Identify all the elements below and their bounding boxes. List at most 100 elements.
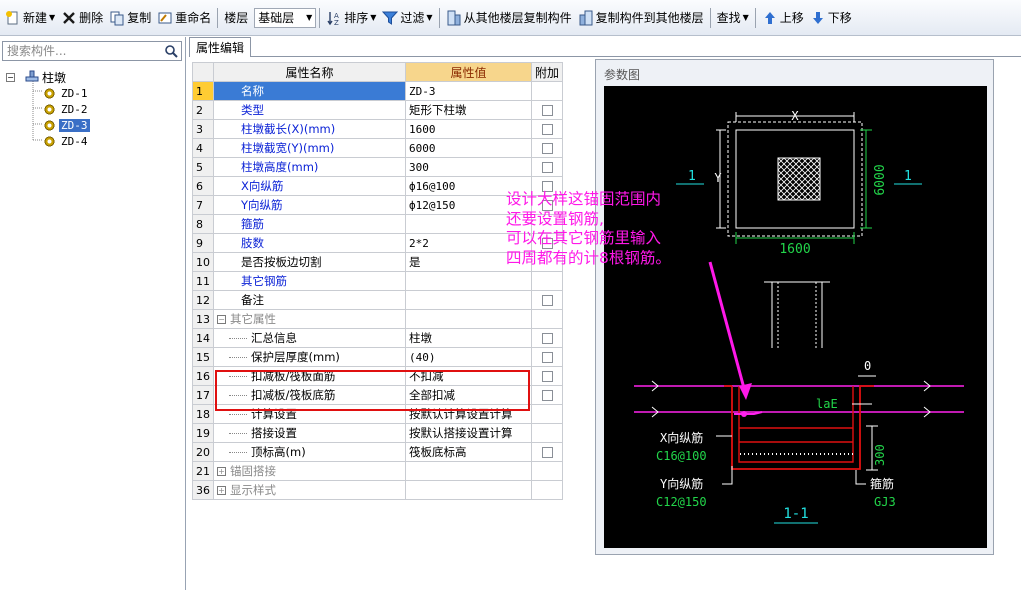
extra-checkbox[interactable] xyxy=(530,138,564,158)
property-value xyxy=(405,480,532,500)
search-icon[interactable] xyxy=(161,42,181,60)
search-box xyxy=(2,41,182,61)
filter-button-label: 过滤 xyxy=(400,11,425,25)
property-name: 搭接设置 xyxy=(213,423,406,443)
section-mark-left: 1 xyxy=(688,169,696,184)
move-down-label: 下移 xyxy=(827,11,852,25)
table-row[interactable]: 19 搭接设置 按默认搭接设置计算 xyxy=(192,423,564,443)
table-row[interactable]: 5 柱墩高度(mm) 300 xyxy=(192,157,564,177)
copy-from-floor-button[interactable]: 从其他楼层复制构件 xyxy=(443,6,575,30)
delete-icon xyxy=(61,10,77,26)
tree-item-zd-3[interactable]: ZD-3 xyxy=(44,117,90,133)
extra-checkbox[interactable] xyxy=(530,100,564,120)
y-bar-value: C12@150 xyxy=(656,495,707,509)
table-row[interactable]: 14 汇总信息 柱墩 xyxy=(192,328,564,348)
table-row[interactable]: 4 柱墩截宽(Y)(mm) 6000 xyxy=(192,138,564,158)
extra-checkbox[interactable] xyxy=(530,442,564,462)
tree-item-zd-2[interactable]: ZD-2 xyxy=(44,101,90,117)
expand-toggle-icon[interactable]: + xyxy=(217,467,226,476)
header-extra: 附加 xyxy=(530,62,564,82)
annotation-line: 还要设置钢筋, xyxy=(506,209,604,228)
property-value[interactable]: (40) xyxy=(405,347,532,367)
collapse-toggle-icon[interactable]: − xyxy=(6,72,15,82)
property-name: 备注 xyxy=(213,290,406,310)
floor-select-value: 基础层 xyxy=(258,11,295,25)
tree-item-label: ZD-4 xyxy=(61,134,88,148)
extra-checkbox[interactable] xyxy=(530,347,564,367)
move-up-button[interactable]: 上移 xyxy=(759,6,807,30)
table-row[interactable]: 11 其它钢筋 xyxy=(192,271,564,291)
extra-cell xyxy=(530,309,564,329)
copy-to-floor-button[interactable]: 复制构件到其他楼层 xyxy=(575,6,707,30)
rename-button[interactable]: 重命名 xyxy=(154,6,214,30)
table-row-group[interactable]: 21 + 锚固搭接 xyxy=(192,461,564,481)
property-value[interactable]: 矩形下柱墩 xyxy=(405,100,532,120)
delete-button-label: 删除 xyxy=(79,11,104,25)
new-button[interactable]: 新建 ▼ xyxy=(2,6,58,30)
move-up-label: 上移 xyxy=(779,11,804,25)
extra-checkbox[interactable] xyxy=(530,157,564,177)
property-name: 柱墩截宽(Y)(mm) xyxy=(213,138,406,158)
property-name: 类型 xyxy=(213,100,406,120)
extra-checkbox[interactable] xyxy=(530,290,564,310)
collapse-toggle-icon[interactable]: − xyxy=(217,315,226,324)
property-value[interactable]: 按默认搭接设置计算 xyxy=(405,423,532,443)
table-row[interactable]: 20 顶标高(m) 筏板底标高 xyxy=(192,442,564,462)
row-number: 2 xyxy=(192,100,214,120)
property-value[interactable] xyxy=(405,271,532,291)
pier-icon xyxy=(25,70,39,85)
sort-button-label: 排序 xyxy=(344,11,369,25)
property-value[interactable]: 筏板底标高 xyxy=(405,442,532,462)
stirrup-value: GJ3 xyxy=(874,495,896,509)
property-name: Y向纵筋 xyxy=(213,195,406,215)
row-number: 7 xyxy=(192,195,214,215)
filter-button[interactable]: 过滤 ▼ xyxy=(379,6,435,30)
find-button[interactable]: 查找 ▼ xyxy=(714,6,752,30)
copy-button[interactable]: 复制 xyxy=(106,6,154,30)
property-value[interactable] xyxy=(405,290,532,310)
property-value[interactable]: 柱墩 xyxy=(405,328,532,348)
extra-checkbox[interactable] xyxy=(530,119,564,139)
delete-button[interactable]: 删除 xyxy=(58,6,106,30)
property-value[interactable]: 1600 xyxy=(405,119,532,139)
copy-to-floor-icon xyxy=(578,10,594,26)
parameter-diagram-title: 参数图 xyxy=(604,68,641,82)
extra-checkbox[interactable] xyxy=(530,328,564,348)
property-value[interactable]: 6000 xyxy=(405,138,532,158)
tab-property-edit[interactable]: 属性编辑 xyxy=(189,37,251,57)
search-input[interactable] xyxy=(3,44,161,58)
move-down-button[interactable]: 下移 xyxy=(807,6,855,30)
x-bar-label: X向纵筋 xyxy=(660,430,703,445)
offset-label: 0 xyxy=(864,359,871,373)
grid-corner xyxy=(192,62,214,82)
property-group-name: + 锚固搭接 xyxy=(213,461,406,481)
header-name: 属性名称 xyxy=(213,62,406,82)
table-row[interactable]: 1 名称 ZD-3 xyxy=(192,81,564,101)
tree-root[interactable]: − 柱墩 xyxy=(6,69,66,85)
chevron-down-icon: ▼ xyxy=(370,13,377,22)
table-row-group[interactable]: 13 − 其它属性 xyxy=(192,309,564,329)
table-row[interactable]: 2 类型 矩形下柱墩 xyxy=(192,100,564,120)
row-number: 13 xyxy=(192,309,214,329)
table-row[interactable]: 12 备注 xyxy=(192,290,564,310)
extra-cell xyxy=(530,81,564,101)
extra-checkbox[interactable] xyxy=(530,366,564,386)
parameter-diagram-canvas: X Y 1600 6000 1 1 0 laE 300 X向纵筋 C16@100… xyxy=(604,86,987,548)
extra-checkbox[interactable] xyxy=(530,385,564,405)
tree-item-zd-1[interactable]: ZD-1 xyxy=(44,85,90,101)
sort-button[interactable]: AZ 排序 ▼ xyxy=(323,6,379,30)
annotation-line: 可以在其它钢筋里输入 xyxy=(506,229,662,247)
section-mark-right: 1 xyxy=(904,169,912,184)
expand-toggle-icon[interactable]: + xyxy=(217,486,226,495)
chevron-down-icon: ▼ xyxy=(742,13,749,22)
property-value[interactable]: 300 xyxy=(405,157,532,177)
copy-button-label: 复制 xyxy=(127,11,152,25)
table-row[interactable]: 3 柱墩截长(X)(mm) 1600 xyxy=(192,119,564,139)
table-row[interactable]: 15 保护层厚度(mm) (40) xyxy=(192,347,564,367)
table-row-group[interactable]: 36 + 显示样式 xyxy=(192,480,564,500)
property-value[interactable]: ZD-3 xyxy=(405,81,532,101)
property-name: 其它钢筋 xyxy=(213,271,406,291)
row-number: 17 xyxy=(192,385,214,405)
floor-select[interactable]: 基础层 ▼ xyxy=(254,7,317,28)
tree-item-zd-4[interactable]: ZD-4 xyxy=(44,133,90,149)
